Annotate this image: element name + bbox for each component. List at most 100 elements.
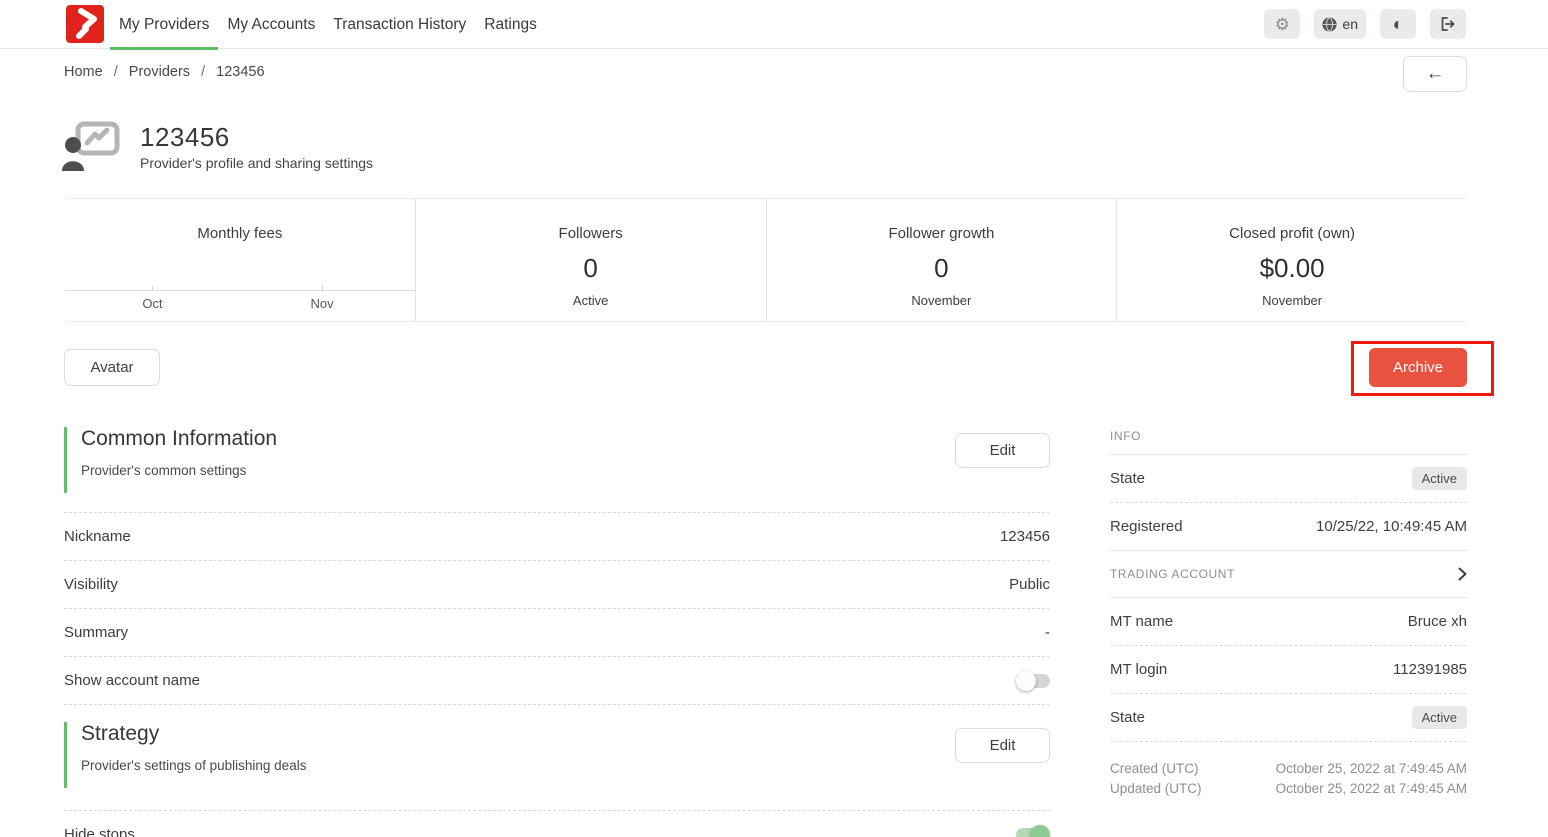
field-label: Updated (UTC) [1110,781,1202,796]
avatar-button[interactable]: Avatar [64,349,160,386]
toggle-knob [1030,825,1050,837]
field-label: State [1110,470,1145,487]
stat-title: Follower growth [767,199,1117,242]
breadcrumb-home[interactable]: Home [64,64,103,80]
field-value: - [1045,624,1050,641]
info-section-header: INFO [1110,418,1467,455]
nav-my-providers[interactable]: My Providers [110,0,218,49]
stat-title: Closed profit (own) [1117,199,1467,242]
section-subtitle: Provider's settings of publishing deals [81,758,1050,773]
stat-caption: November [1117,293,1467,308]
language-button[interactable]: en [1314,9,1366,39]
nav-transaction-history[interactable]: Transaction History [324,0,475,49]
stat-card-follower-growth: Follower growth 0 November [766,199,1117,321]
back-button[interactable]: ← [1403,56,1467,92]
field-label: Nickname [64,528,131,545]
field-value: 112391985 [1393,661,1467,678]
chart-tick-label: Oct [142,296,162,311]
show-account-name-toggle[interactable] [1016,671,1050,691]
row-account-state: State Active [1110,694,1467,742]
settings-button[interactable]: ⚙ [1264,9,1300,39]
row-registered: Registered 10/25/22, 10:49:45 AM [1110,503,1467,551]
edit-strategy-button[interactable]: Edit [955,728,1050,763]
row-show-account-name: Show account name [64,657,1050,705]
breadcrumb: Home / Providers / 123456 [64,64,265,80]
nav-my-accounts[interactable]: My Accounts [218,0,324,49]
stat-caption: Active [416,293,766,308]
theme-toggle-button[interactable]: ◐ [1380,9,1416,39]
row-mt-name: MT name Bruce xh [1110,598,1467,646]
provider-profile-icon [62,121,120,171]
archive-button[interactable]: Archive [1369,348,1467,387]
section-title: Common Information [81,427,1050,451]
row-state: State Active [1110,455,1467,503]
info-header-label: INFO [1110,429,1141,443]
field-label: Visibility [64,576,118,593]
timestamps-block: Created (UTC) October 25, 2022 at 7:49:4… [1110,742,1467,798]
chart-axis [65,290,415,291]
field-label: State [1110,709,1145,726]
top-navbar: My Providers My Accounts Transaction His… [0,0,1548,49]
field-value: Bruce xh [1408,613,1467,630]
page: My Providers My Accounts Transaction His… [0,0,1548,837]
row-visibility: Visibility Public [64,561,1050,609]
field-label: Registered [1110,518,1183,535]
stat-card-followers: Followers 0 Active [415,199,766,321]
gear-icon: ⚙ [1275,16,1290,33]
trading-account-section-header[interactable]: TRADING ACCOUNT [1110,551,1467,598]
field-value: October 25, 2022 at 7:49:45 AM [1276,781,1467,796]
breadcrumb-separator: / [114,64,118,80]
section-title: Strategy [81,722,1050,746]
stat-title: Monthly fees [65,199,415,242]
monthly-fees-chart: Oct Nov [65,290,415,320]
section-subtitle: Provider's common settings [81,463,1050,478]
logout-icon [1440,16,1456,32]
stat-caption: November [767,293,1117,308]
page-title: 123456 [140,122,230,153]
status-badge: Active [1412,467,1467,490]
page-subtitle: Provider's profile and sharing settings [140,155,373,171]
field-label: Show account name [64,672,200,689]
contrast-icon: ◐ [1393,15,1404,33]
breadcrumb-current: 123456 [216,64,264,80]
strategy-rows: Hide stops [64,810,1050,837]
stat-value: $0.00 [1117,253,1467,284]
chart-tick [322,286,323,290]
field-label: MT name [1110,613,1173,630]
main-nav: My Providers My Accounts Transaction His… [110,0,546,49]
stats-band: Monthly fees Oct Nov Followers 0 Active … [65,198,1467,322]
chevron-right-icon [1458,567,1467,581]
field-label: MT login [1110,661,1167,678]
nav-ratings[interactable]: Ratings [475,0,546,49]
section-common-information: Common Information Provider's common set… [64,427,1050,493]
section-strategy: Strategy Provider's settings of publishi… [64,722,1050,788]
info-sidebar: INFO State Active Registered 10/25/22, 1… [1110,418,1467,798]
toggle-knob [1016,671,1036,691]
breadcrumb-separator: / [201,64,205,80]
stat-card-monthly-fees: Monthly fees Oct Nov [65,199,415,321]
field-label: Hide stops [64,826,135,837]
hide-stops-toggle[interactable] [1016,825,1050,837]
stat-card-closed-profit: Closed profit (own) $0.00 November [1116,199,1467,321]
row-hide-stops: Hide stops [64,811,1050,837]
field-value: October 25, 2022 at 7:49:45 AM [1276,761,1467,776]
back-arrow-icon: ← [1426,63,1445,85]
row-nickname: Nickname 123456 [64,513,1050,561]
chart-tick-label: Nov [311,296,334,311]
trading-account-header-label: TRADING ACCOUNT [1110,567,1235,581]
stat-value: 0 [416,253,766,284]
row-updated-utc: Updated (UTC) October 25, 2022 at 7:49:4… [1110,778,1467,798]
navbar-actions: ⚙ en ◐ [1264,9,1466,39]
row-created-utc: Created (UTC) October 25, 2022 at 7:49:4… [1110,758,1467,778]
app-logo-icon[interactable] [66,5,104,43]
edit-common-information-button[interactable]: Edit [955,433,1050,468]
row-summary: Summary - [64,609,1050,657]
breadcrumb-providers[interactable]: Providers [129,64,190,80]
logout-button[interactable] [1430,9,1466,39]
row-mt-login: MT login 112391985 [1110,646,1467,694]
language-code: en [1342,16,1358,32]
stat-title: Followers [416,199,766,242]
field-label: Created (UTC) [1110,761,1199,776]
field-value: 123456 [1000,528,1050,545]
globe-icon [1322,17,1337,32]
